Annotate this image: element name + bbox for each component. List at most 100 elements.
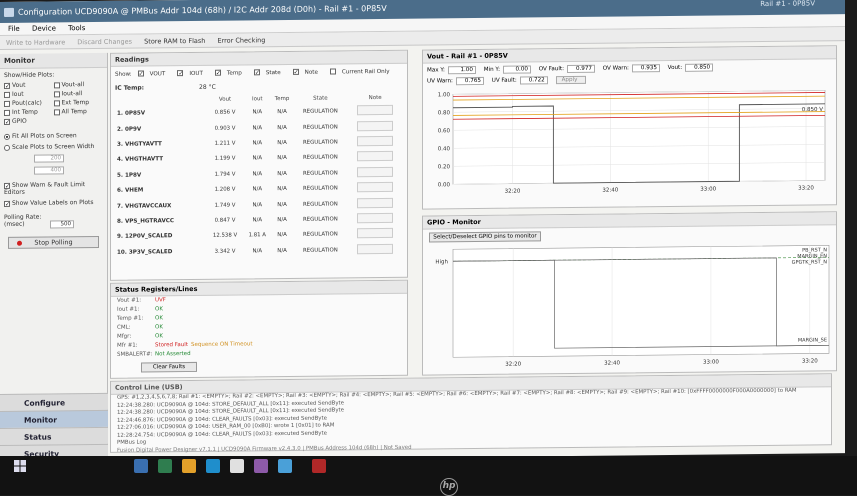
plot-option-6[interactable]: Int Temp bbox=[4, 108, 54, 116]
plot-checkbox[interactable] bbox=[53, 81, 60, 88]
ov-fault-input[interactable]: 0.977 bbox=[566, 64, 595, 74]
max-y-label: Max Y: bbox=[427, 67, 445, 74]
rail-iout: N/A bbox=[252, 124, 263, 131]
rail-note-cell bbox=[347, 134, 403, 150]
scale-width-input-2[interactable]: 400 bbox=[34, 166, 64, 175]
store-ram-to-flash-button[interactable]: Store RAM to Flash bbox=[144, 37, 205, 46]
status-key: CML: bbox=[117, 324, 131, 331]
plot-option-7[interactable]: All Temp bbox=[53, 108, 104, 116]
show-toggle-5[interactable]: Current Rail Only bbox=[329, 68, 396, 75]
plot-option-1[interactable]: Vout-all bbox=[53, 81, 104, 89]
show-toggle-0[interactable]: VOUT bbox=[137, 70, 172, 77]
taskbar-app-icon-3[interactable] bbox=[182, 459, 196, 473]
plot-checkbox[interactable] bbox=[4, 91, 10, 98]
show-toggle-checkbox[interactable] bbox=[214, 69, 221, 76]
menu-file[interactable]: File bbox=[8, 25, 20, 33]
rail-name: 5. 1P8V bbox=[117, 172, 142, 179]
nav-monitor[interactable]: Monitor bbox=[0, 409, 108, 428]
show-toggle-checkbox[interactable] bbox=[292, 68, 299, 75]
plot-checkbox[interactable] bbox=[4, 118, 10, 125]
taskbar-app-icon-7[interactable] bbox=[278, 459, 292, 473]
show-toggle-checkbox[interactable] bbox=[137, 70, 144, 77]
taskbar-app-icon-8[interactable] bbox=[312, 459, 326, 473]
windows-start-icon[interactable] bbox=[14, 460, 26, 472]
plot-checkbox[interactable] bbox=[53, 99, 60, 106]
show-toggle-2[interactable]: Temp bbox=[214, 69, 248, 76]
nav-configure[interactable]: Configure bbox=[0, 392, 108, 411]
plot-option-label: All Temp bbox=[61, 108, 87, 116]
rail-note-input[interactable] bbox=[357, 105, 394, 116]
show-toggle-4[interactable]: Note bbox=[292, 68, 324, 75]
rail-note-input[interactable] bbox=[357, 243, 394, 254]
vout-input[interactable]: 0.850 bbox=[685, 63, 714, 72]
rail-state: REGULATION bbox=[302, 108, 338, 116]
taskbar-app-icon-4[interactable] bbox=[206, 459, 220, 473]
plot-option-4[interactable]: Pout(calc) bbox=[4, 99, 54, 107]
rail-note-cell bbox=[347, 226, 403, 242]
plot-option-8[interactable]: GPIO bbox=[4, 117, 54, 125]
ov-warn-input[interactable]: 0.935 bbox=[631, 64, 660, 73]
scale-width-input-1[interactable]: 200 bbox=[34, 154, 64, 163]
rail-note-input[interactable] bbox=[357, 166, 394, 178]
show-warn-checkbox[interactable] bbox=[4, 182, 10, 189]
gpio-chart: High32:20 32:40 33:00 33:20PB_RST_NMARGIN_E… bbox=[435, 245, 830, 368]
fit-all-radio[interactable] bbox=[4, 133, 10, 140]
plot-option-2[interactable]: Iout bbox=[4, 90, 54, 98]
rail-iout: N/A bbox=[252, 140, 263, 147]
min-y-input[interactable]: 0.00 bbox=[502, 65, 531, 74]
plot-option-0[interactable]: Vout bbox=[4, 81, 54, 89]
show-toggle-1[interactable]: IOUT bbox=[177, 70, 209, 77]
plot-checkbox[interactable] bbox=[4, 82, 10, 89]
status-extra: Sequence ON Timeout bbox=[190, 341, 253, 348]
hp-logo-icon: hp bbox=[440, 478, 458, 496]
uv-warn-input[interactable]: 0.765 bbox=[455, 76, 484, 86]
rail-temp: N/A bbox=[277, 247, 287, 254]
rail-note-input[interactable] bbox=[357, 197, 394, 208]
rail-note-input[interactable] bbox=[357, 228, 394, 239]
rail-note-cell bbox=[347, 149, 403, 165]
taskbar-app-icon-1[interactable] bbox=[134, 459, 148, 473]
min-y-label: Min Y: bbox=[483, 66, 500, 73]
rail-note-input[interactable] bbox=[357, 182, 394, 193]
rail-vout: 0.847 V bbox=[214, 217, 236, 224]
taskbar-app-icon-2[interactable] bbox=[158, 459, 172, 473]
show-labels-checkbox[interactable] bbox=[4, 200, 10, 207]
apply-button[interactable]: Apply bbox=[555, 75, 586, 85]
show-toggle-checkbox[interactable] bbox=[329, 68, 336, 75]
plot-checkbox[interactable] bbox=[4, 109, 10, 116]
plot-checkbox[interactable] bbox=[4, 100, 10, 107]
write-to-hardware-button[interactable]: Write to Hardware bbox=[6, 38, 65, 47]
nav-status[interactable]: Status bbox=[0, 426, 108, 445]
menu-tools[interactable]: Tools bbox=[68, 24, 85, 32]
plot-option-3[interactable]: Iout-all bbox=[53, 90, 104, 98]
rail-note-input[interactable] bbox=[357, 120, 394, 131]
rail-note-input[interactable] bbox=[357, 135, 394, 147]
error-checking-button[interactable]: Error Checking bbox=[217, 36, 265, 45]
polling-rate-input[interactable]: 500 bbox=[50, 220, 74, 229]
show-labels-option[interactable]: Show Value Labels on Plots bbox=[0, 197, 107, 209]
show-toggle-checkbox[interactable] bbox=[253, 69, 260, 76]
rail-note-input[interactable] bbox=[357, 212, 394, 224]
taskbar-app-icon-6[interactable] bbox=[254, 459, 268, 473]
status-value: Not Asserted bbox=[155, 351, 191, 358]
show-warn-option[interactable]: Show Warn & Fault Limit Editors bbox=[0, 179, 107, 198]
plot-checkbox[interactable] bbox=[53, 90, 60, 97]
uv-fault-input[interactable]: 0.722 bbox=[519, 76, 548, 85]
menu-device[interactable]: Device bbox=[32, 24, 56, 32]
plot-option-5[interactable]: Ext Temp bbox=[53, 99, 104, 107]
status-key: Temp #1: bbox=[117, 315, 144, 322]
stop-polling-button[interactable]: Stop Polling bbox=[8, 235, 99, 249]
show-toggle-checkbox[interactable] bbox=[177, 70, 184, 77]
taskbar-app-icon-5[interactable] bbox=[230, 459, 244, 473]
rail-iout: N/A bbox=[252, 201, 263, 208]
select-gpio-button[interactable]: Select/Deselect GPIO pins to monitor bbox=[429, 231, 541, 243]
clear-faults-button[interactable]: Clear Faults bbox=[141, 361, 197, 373]
discard-changes-button[interactable]: Discard Changes bbox=[77, 38, 132, 47]
rail-name: 3. VHGTYAVTT bbox=[117, 141, 162, 148]
show-toggle-3[interactable]: State bbox=[253, 69, 287, 76]
rail-note-input[interactable] bbox=[357, 151, 394, 162]
status-row: SMBALERT#: Not Asserted bbox=[111, 348, 407, 360]
scale-radio[interactable] bbox=[4, 144, 10, 151]
max-y-input[interactable]: 1.00 bbox=[447, 66, 476, 75]
plot-checkbox[interactable] bbox=[53, 108, 60, 115]
